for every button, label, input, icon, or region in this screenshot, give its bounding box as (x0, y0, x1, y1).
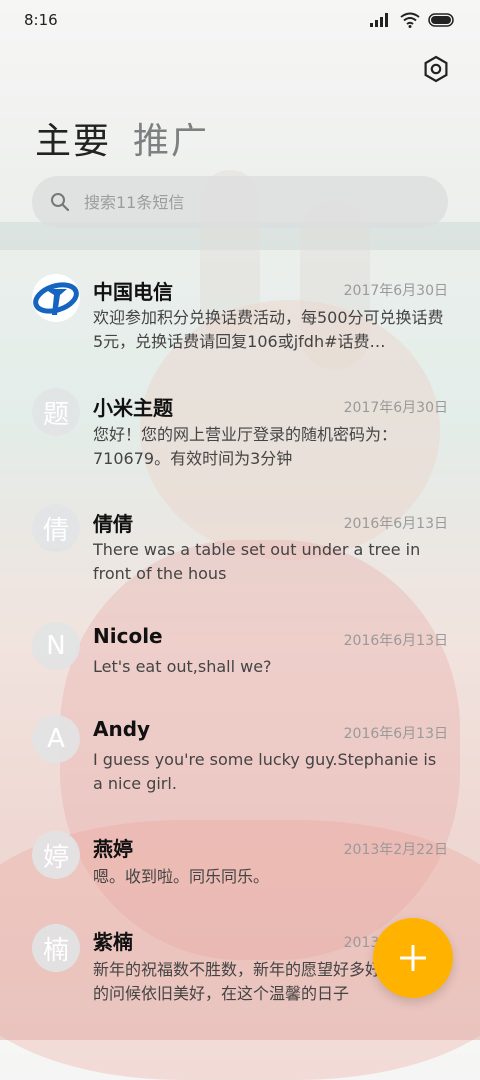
avatar: A (32, 715, 80, 763)
status-time: 8:16 (24, 11, 58, 29)
contact-name: 小米主题 (93, 396, 173, 420)
tab-primary[interactable]: 主要 (35, 112, 111, 164)
avatar: 婷 (32, 831, 80, 879)
battery-icon (428, 13, 454, 27)
wifi-icon (400, 12, 420, 28)
avatar: 题 (32, 388, 80, 436)
status-bar: 8:16 (0, 0, 480, 40)
search-bar[interactable] (32, 176, 448, 228)
search-input[interactable] (82, 191, 406, 213)
avatar (32, 274, 80, 322)
message-date: 2017年6月30日 (343, 400, 448, 416)
message-preview: 您好！您的网上营业厅登录的随机密码为：710679。有效时间为3分钟 (93, 425, 398, 468)
new-message-button[interactable] (373, 918, 453, 998)
contact-name: Andy (93, 717, 151, 741)
signal-icon (370, 13, 388, 27)
avatar: N (32, 622, 80, 670)
message-preview: 嗯。收到啦。同乐同乐。 (93, 867, 270, 886)
message-date: 2013年2月22日 (343, 842, 448, 858)
message-date: 2017年6月30日 (343, 283, 448, 299)
tab-promotions[interactable]: 推广 (133, 112, 209, 164)
message-date: 2016年6月13日 (343, 726, 448, 742)
contact-name: 倩倩 (93, 512, 133, 536)
search-icon (51, 193, 70, 212)
avatar: 楠 (32, 924, 80, 972)
message-preview: Let's eat out,shall we? (93, 657, 272, 676)
avatar: 倩 (32, 504, 80, 552)
contact-name: 紫楠 (93, 930, 133, 954)
contact-name: 中国电信 (93, 280, 173, 304)
contact-name: Nicole (93, 624, 163, 648)
contact-name: 燕婷 (93, 837, 133, 861)
message-date: 2016年6月13日 (343, 633, 448, 649)
message-date: 2016年6月13日 (343, 516, 448, 532)
plus-icon (400, 945, 426, 971)
message-preview: 欢迎参加积分兑换话费活动，每500分可兑换话费5元，兑换话费请回复106或jfd… (93, 308, 444, 351)
tab-bar: 主要 推广 (35, 112, 209, 164)
message-preview: I guess you're some lucky guy.Stephanie … (93, 750, 437, 793)
china-telecom-logo-icon (33, 282, 79, 315)
settings-icon[interactable] (422, 55, 450, 83)
message-preview: There was a table set out under a tree i… (93, 540, 421, 583)
